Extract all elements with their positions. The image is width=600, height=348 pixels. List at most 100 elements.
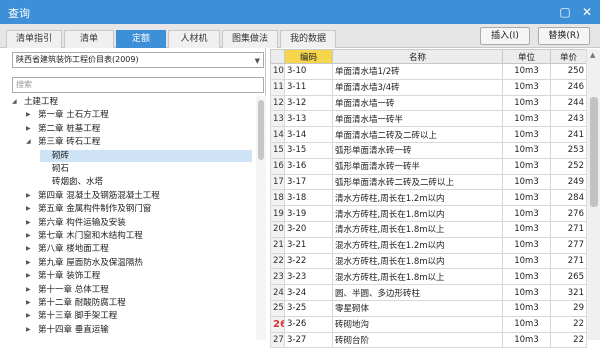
code-cell: 3-19 — [284, 205, 333, 222]
unit-cell: 10m3 — [502, 110, 551, 128]
row-number: 23 — [270, 268, 285, 286]
restore-icon[interactable]: ▢ — [556, 3, 574, 21]
insert-button[interactable]: 插入(I) — [480, 27, 530, 45]
replace-button[interactable]: 替换(R) — [538, 27, 590, 45]
table-row[interactable]: 20 3-20 清水方砖柱,周长在1.8m以上 10m3 271 — [270, 220, 587, 238]
expand-open-icon[interactable]: ◢ — [26, 136, 31, 148]
row-number: 21 — [270, 236, 285, 254]
code-header[interactable]: 编码 — [284, 49, 333, 64]
tree-node[interactable]: ▶ 第七章 木门窗和木结构工程 — [26, 230, 252, 242]
unit-cell: 10m3 — [502, 189, 551, 207]
tree-node[interactable]: ◢ 土建工程 — [12, 96, 252, 108]
expand-closed-icon[interactable]: ▶ — [26, 324, 31, 336]
tab-bill-guide[interactable]: 清单指引 — [6, 30, 62, 48]
tree-node[interactable]: 砖烟囱、水塔 — [40, 176, 252, 188]
tree-node-label: 砌砖 — [52, 150, 70, 161]
tree-node-label: 第六章 构件运输及安装 — [38, 217, 126, 228]
table-scroll-thumb[interactable] — [590, 97, 598, 207]
library-select[interactable]: 陕西省建筑装饰工程价目表(2009) ▼ — [12, 52, 264, 68]
tree-scrollbar[interactable] — [256, 96, 266, 340]
tree-node[interactable]: ▶ 第九章 屋面防水及保温隔热 — [26, 257, 252, 269]
code-cell: 3-10 — [284, 63, 333, 80]
expand-closed-icon[interactable]: ▶ — [26, 257, 31, 269]
expand-closed-icon[interactable]: ▶ — [26, 230, 31, 242]
row-number-header — [270, 49, 285, 64]
expand-closed-icon[interactable]: ▶ — [26, 217, 31, 229]
tree-scroll-thumb[interactable] — [258, 100, 264, 160]
tree-node[interactable]: ▶ 第十三章 脚手架工程 — [26, 310, 252, 322]
unit-cell: 10m3 — [502, 157, 551, 175]
expand-closed-icon[interactable]: ▶ — [26, 284, 31, 296]
tree-node[interactable]: ▶ 第五章 金属构件制作及钢门窗 — [26, 203, 252, 215]
table-row[interactable]: 22 3-22 混水方砖柱,周长在1.8m以内 10m3 271 — [270, 252, 587, 270]
table-row[interactable]: 19 3-19 清水方砖柱,周长在1.8m以内 10m3 276 — [270, 205, 587, 222]
table-row[interactable]: 16 3-16 弧形单面清水砖一砖半 10m3 252 — [270, 157, 587, 175]
table-row[interactable]: 17 3-17 弧形单面清水砖二砖及二砖以上 10m3 249 — [270, 173, 587, 191]
table-row[interactable]: 12 3-12 单面清水墙一砖 10m3 244 — [270, 94, 587, 112]
tree-node[interactable]: ◢ 第三章 砖石工程 — [26, 136, 252, 148]
name-cell: 单面清水墙一砖 — [332, 94, 503, 112]
tree-node[interactable]: ▶ 第二章 桩基工程 — [26, 123, 252, 135]
table-row[interactable]: 11 3-11 单面清水墙3/4砖 10m3 246 — [270, 78, 587, 96]
table-row[interactable]: 10 3-10 单面清水墙1/2砖 10m3 250 — [270, 63, 587, 80]
name-cell: 弧形单面清水砖二砖及二砖以上 — [332, 173, 503, 191]
tree-node[interactable]: ▶ 第十二章 耐酸防腐工程 — [26, 297, 252, 309]
table-row[interactable]: 24 3-24 圆、半圆、多边形砖柱 10m3 321 — [270, 284, 587, 301]
tab-my-data[interactable]: 我的数据 — [280, 30, 336, 48]
expand-closed-icon[interactable]: ▶ — [26, 270, 31, 282]
table-row[interactable]: 13 3-13 单面清水墙一砖半 10m3 243 — [270, 110, 587, 128]
tree-node[interactable]: ▶ 第八章 楼地面工程 — [26, 243, 252, 255]
expand-closed-icon[interactable]: ▶ — [26, 310, 31, 322]
table-row[interactable]: 23 3-23 混水方砖柱,周长在1.8m以上 10m3 265 — [270, 268, 587, 286]
expand-closed-icon[interactable]: ▶ — [26, 203, 31, 215]
code-cell: 3-24 — [284, 284, 333, 301]
name-header[interactable]: 名称 — [332, 49, 503, 64]
unit-cell: 10m3 — [502, 205, 551, 222]
tree-node[interactable]: ▶ 第一章 土石方工程 — [26, 109, 252, 121]
tree-node[interactable]: 砌石 — [40, 163, 252, 175]
table-row[interactable]: 25 3-25 零星砌体 10m3 29 — [270, 299, 587, 317]
title-bar: 查询 ▢ ✕ — [0, 0, 600, 24]
unit-header[interactable]: 单位 — [502, 49, 551, 64]
tree-node[interactable]: ▶ 第十章 装饰工程 — [26, 270, 252, 282]
row-number: 19 — [270, 205, 285, 222]
tab-labor-material-machine[interactable]: 人材机 — [168, 30, 220, 48]
unit-cell: 10m3 — [502, 299, 551, 317]
name-cell: 清水方砖柱,周长在1.8m以内 — [332, 205, 503, 222]
tab-bill[interactable]: 清单 — [64, 30, 114, 48]
row-number: 12 — [270, 94, 285, 112]
tree-node[interactable]: ▶ 第十一章 总体工程 — [26, 284, 252, 296]
price-cell: 29 — [550, 299, 587, 317]
name-cell: 弧形单面清水砖一砖半 — [332, 157, 503, 175]
expand-closed-icon[interactable]: ▶ — [26, 297, 31, 309]
code-cell: 3-17 — [284, 173, 333, 191]
search-input[interactable]: 搜索 — [12, 77, 264, 93]
close-icon[interactable]: ✕ — [578, 3, 596, 21]
scroll-up-icon[interactable]: ▲ — [590, 51, 595, 59]
expand-open-icon[interactable]: ◢ — [12, 96, 17, 108]
table-scrollbar[interactable]: ▲ — [586, 49, 600, 340]
expand-closed-icon[interactable]: ▶ — [26, 243, 31, 255]
tree-node[interactable]: ▶ 第十四章 垂直运输 — [26, 324, 252, 336]
row-number: 26 — [270, 315, 285, 333]
table-row[interactable]: 15 3-15 弧形单面清水砖一砖 10m3 253 — [270, 141, 587, 159]
table-row[interactable]: 263-26砖砌地沟10m322 — [270, 315, 587, 333]
price-header[interactable]: 单价 — [550, 49, 587, 64]
tab-atlas-method[interactable]: 图集做法 — [222, 30, 278, 48]
tree-node-label: 第十三章 脚手架工程 — [38, 311, 118, 322]
tree-node[interactable]: ▶ 第四章 混凝土及钢筋混凝土工程 — [26, 190, 252, 202]
tree-node[interactable]: ▶ 第六章 构件运输及安装 — [26, 217, 252, 229]
unit-cell: 10m3 — [502, 126, 551, 143]
expand-closed-icon[interactable]: ▶ — [26, 123, 31, 135]
tree-node[interactable]: 砌砖 — [40, 149, 252, 162]
tab-quota[interactable]: 定额 — [116, 30, 166, 48]
chevron-down-icon[interactable]: ▼ — [255, 54, 260, 68]
expand-closed-icon[interactable]: ▶ — [26, 190, 31, 202]
table-row[interactable]: 18 3-18 清水方砖柱,周长在1.2m以内 10m3 284 — [270, 189, 587, 207]
unit-cell: 10m3 — [502, 78, 551, 96]
price-cell: 243 — [550, 110, 587, 128]
window-title: 查询 — [8, 7, 30, 20]
expand-closed-icon[interactable]: ▶ — [26, 109, 31, 121]
table-row[interactable]: 14 3-14 单面清水墙二砖及二砖以上 10m3 241 — [270, 126, 587, 143]
table-row[interactable]: 21 3-21 混水方砖柱,周长在1.2m以内 10m3 277 — [270, 236, 587, 254]
